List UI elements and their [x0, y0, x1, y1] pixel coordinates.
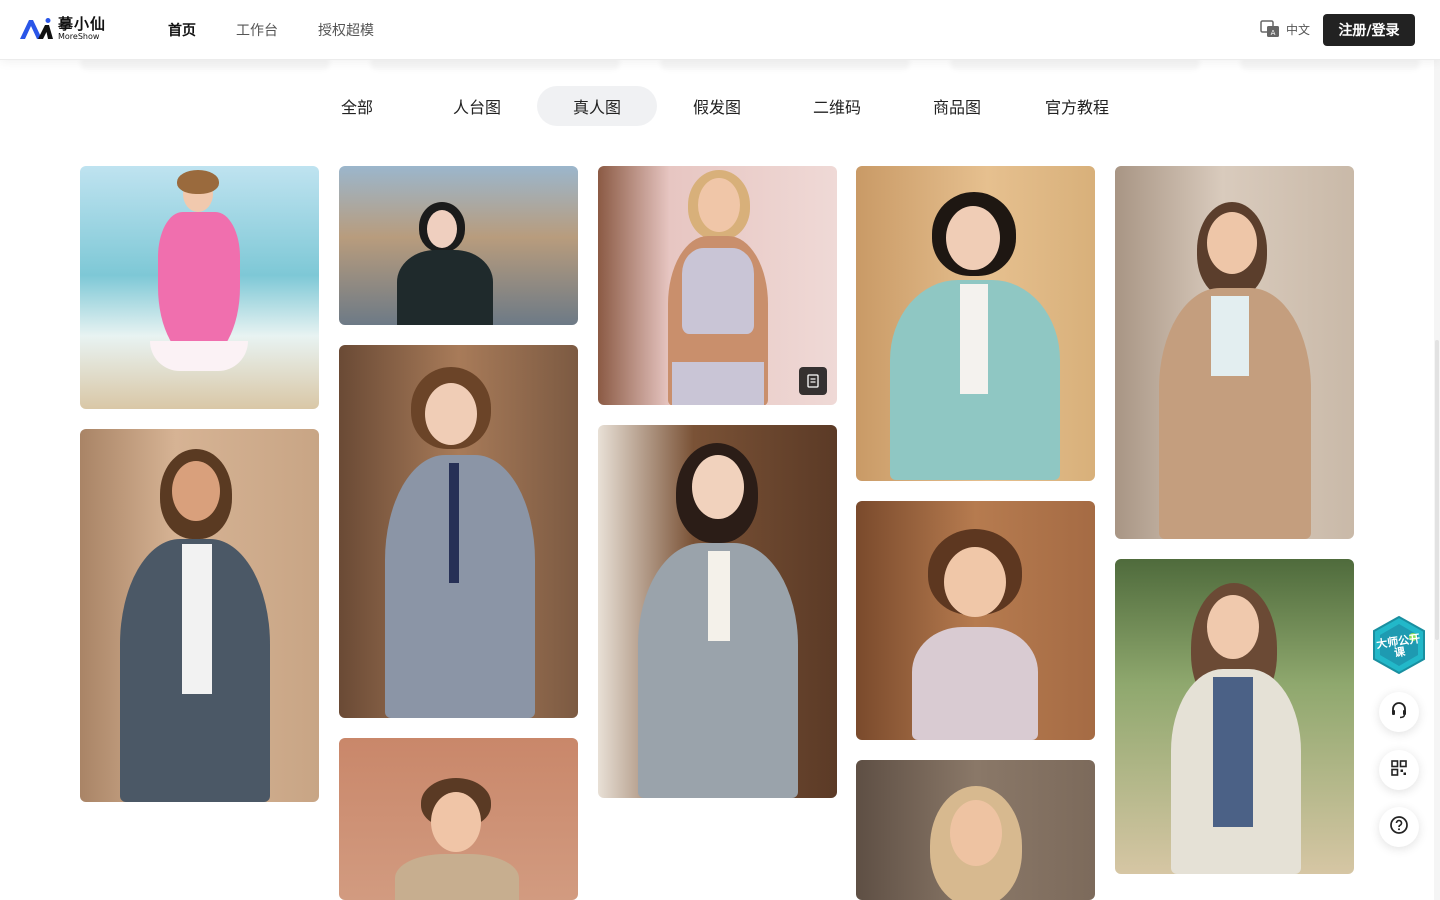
tab-wig[interactable]: 假发图	[657, 86, 777, 126]
nav-home[interactable]: 首页	[168, 20, 196, 40]
language-label: 中文	[1286, 22, 1311, 37]
login-register-button[interactable]: 注册/登录	[1323, 14, 1415, 46]
tab-mannequin[interactable]: 人台图	[417, 86, 537, 126]
qr-code-icon	[1390, 759, 1408, 781]
nav-workbench[interactable]: 工作台	[236, 20, 278, 40]
category-tabs: 全部 人台图 真人图 假发图 二维码 商品图 官方教程	[297, 86, 1137, 126]
question-icon	[1389, 815, 1409, 839]
document-badge-icon[interactable]	[799, 367, 827, 395]
headset-icon	[1389, 700, 1409, 724]
main-nav: 首页 工作台 授权超模	[168, 0, 414, 60]
gallery-card[interactable]	[339, 345, 578, 718]
tab-all[interactable]: 全部	[297, 86, 417, 126]
gallery-card[interactable]	[856, 166, 1095, 481]
nav-licensed-models[interactable]: 授权超模	[318, 20, 374, 40]
help-button[interactable]	[1379, 807, 1419, 847]
logo-mark-icon	[18, 17, 54, 41]
gallery-card[interactable]	[856, 760, 1095, 900]
qr-code-button[interactable]	[1379, 750, 1419, 790]
customer-service-button[interactable]	[1379, 692, 1419, 732]
gallery-card[interactable]	[80, 429, 319, 802]
gallery-card[interactable]	[1115, 166, 1354, 539]
brand-name: 摹小仙	[58, 15, 107, 33]
svg-text:A: A	[1271, 29, 1276, 37]
masterclass-promo-badge[interactable]: 大师公开课	[1369, 615, 1429, 675]
language-switch[interactable]: A 中文	[1260, 20, 1310, 38]
brand-logo[interactable]: 摹小仙 MoreShow	[18, 17, 106, 41]
gallery-card[interactable]	[339, 738, 578, 900]
tab-tutorial[interactable]: 官方教程	[1017, 86, 1137, 126]
top-header: 摹小仙 MoreShow 首页 工作台 授权超模 A 中文 注册/登录	[0, 0, 1440, 60]
tab-real-person[interactable]: 真人图	[537, 86, 657, 126]
gallery-card[interactable]	[598, 166, 837, 405]
gallery-card[interactable]	[339, 166, 578, 325]
gallery-card[interactable]	[80, 166, 319, 409]
gallery-card[interactable]	[1115, 559, 1354, 874]
translate-icon: A	[1260, 20, 1280, 38]
brand-name-en: MoreShow	[58, 32, 100, 41]
scrollbar-thumb[interactable]	[1435, 340, 1439, 640]
gallery-card[interactable]	[598, 425, 837, 798]
tab-product[interactable]: 商品图	[897, 86, 1017, 126]
gallery-card[interactable]	[856, 501, 1095, 740]
tab-qr-code[interactable]: 二维码	[777, 86, 897, 126]
